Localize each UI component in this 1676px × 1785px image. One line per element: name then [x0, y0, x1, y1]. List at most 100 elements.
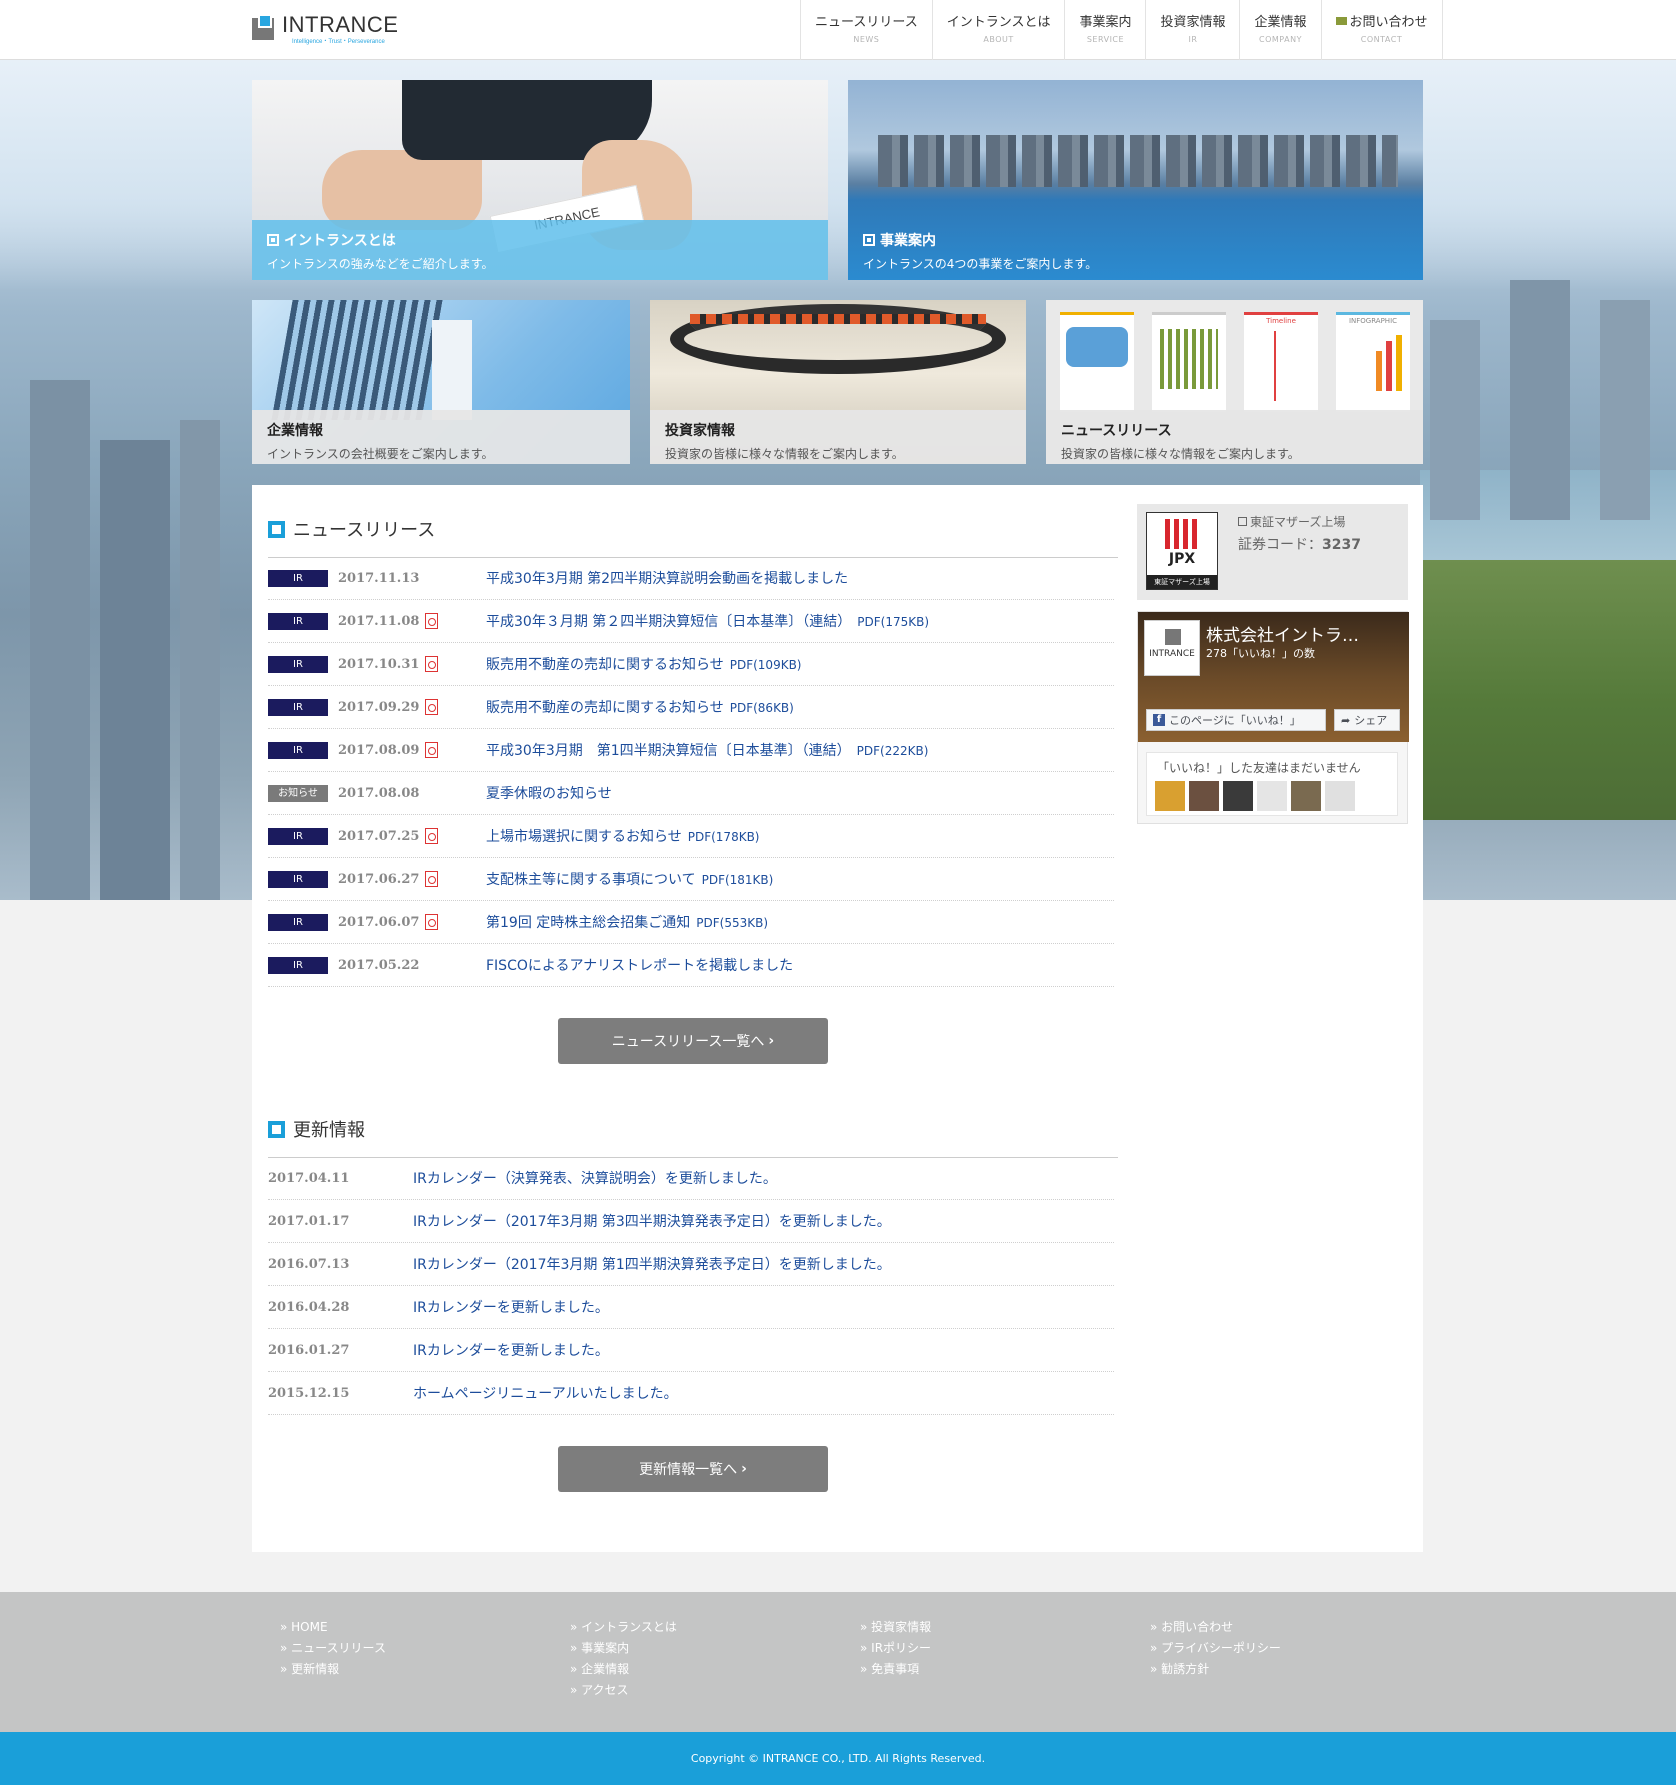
news-title-text: 平成30年３月期 第２四半期決算短信〔日本基準〕（連結）	[486, 614, 852, 630]
building-shape	[180, 420, 220, 900]
news-row: IR 2017.06.27 支配株主等に関する事項について PDF(181KB)	[268, 858, 1114, 901]
chevron-right-icon: »	[860, 1620, 872, 1634]
footer-col1: » HOME» ニュースリリース» 更新情報	[280, 1617, 386, 1680]
update-title-link[interactable]: IRカレンダー（決算発表、決算説明会）を更新しました。	[413, 1168, 777, 1188]
nav-contact[interactable]: お問い合わせ CONTACT	[1322, 0, 1443, 60]
facebook-page-name[interactable]: 株式会社イントラ…	[1206, 621, 1359, 646]
chevron-right-icon: »	[570, 1683, 582, 1697]
square-icon	[863, 234, 875, 246]
tile-news[interactable]: Timeline INFOGRAPHIC ニュースリリース 投資家の皆様に様々な…	[1046, 300, 1423, 464]
update-row: 2016.07.13 IRカレンダー（2017年3月期 第1四半期決算発表予定日）…	[268, 1243, 1114, 1286]
update-title-link[interactable]: IRカレンダー（2017年3月期 第3四半期決算発表予定日）を更新しました。	[413, 1211, 891, 1231]
footer-link[interactable]: » 更新情報	[280, 1659, 386, 1680]
avatar[interactable]	[1291, 781, 1321, 811]
footer-link[interactable]: » 企業情報	[570, 1659, 677, 1680]
nav-contact-label: お問い合わせ	[1335, 15, 1428, 31]
facebook-like-button[interactable]: f このページに「いいね！」	[1146, 709, 1326, 731]
facebook-share-button[interactable]: ➦ シェア	[1334, 709, 1400, 731]
footer-link[interactable]: » 免責事項	[860, 1659, 931, 1680]
news-date: 2017.08.09	[338, 742, 420, 758]
nav-news[interactable]: ニュースリリース NEWS	[801, 0, 933, 60]
facebook-friends-box: 「いいね！」した友達はまだいません	[1146, 752, 1398, 816]
footer-link-text: ニュースリリース	[291, 1641, 386, 1655]
footer-link[interactable]: » ニュースリリース	[280, 1638, 386, 1659]
footer-link[interactable]: » 事業案内	[570, 1638, 677, 1659]
update-row: 2016.01.27 IRカレンダーを更新しました。	[268, 1329, 1114, 1372]
update-date: 2017.01.17	[268, 1213, 350, 1229]
infographic-sheet: Timeline	[1244, 312, 1318, 412]
tile-company[interactable]: 企業情報 イントランスの会社概要をご案内します。	[252, 300, 630, 464]
nav-company-label: 企業情報	[1254, 14, 1307, 30]
avatar[interactable]	[1223, 781, 1253, 811]
footer-link-text: 勧誘方針	[1161, 1662, 1210, 1676]
news-title-link[interactable]: 上場市場選択に関するお知らせ PDF(178KB)	[486, 826, 759, 846]
skyline	[878, 135, 1398, 187]
update-title-link[interactable]: ホームページリニューアルいたしました。	[413, 1383, 678, 1403]
updates-more-button[interactable]: 更新情報一覧へ ›	[558, 1446, 828, 1492]
updates-heading-text: 更新情報	[293, 1120, 365, 1141]
logo-mark-icon	[1165, 629, 1181, 645]
news-title-link[interactable]: 平成30年3月期 第2四半期決算説明会動画を掲載しました	[486, 568, 848, 588]
tile-service[interactable]: 事業案内 イントランスの4つの事業をご案内します。	[848, 80, 1423, 280]
update-date: 2016.07.13	[268, 1256, 350, 1272]
nav-company[interactable]: 企業情報 COMPANY	[1240, 0, 1322, 60]
news-row: IR 2017.11.08 平成30年３月期 第２四半期決算短信〔日本基準〕（連結）…	[268, 600, 1114, 643]
update-title-link[interactable]: IRカレンダーを更新しました。	[413, 1297, 609, 1317]
chevron-right-icon: »	[570, 1641, 582, 1655]
nav-about[interactable]: イントランスとは ABOUT	[933, 0, 1066, 60]
news-title-link[interactable]: 販売用不動産の売却に関するお知らせ PDF(109KB)	[486, 654, 801, 674]
nav-service[interactable]: 事業案内 SERVICE	[1065, 0, 1147, 60]
tile-company-desc: イントランスの会社概要をご案内します。	[267, 447, 494, 461]
news-title-link[interactable]: 販売用不動産の売却に関するお知らせ PDF(86KB)	[486, 697, 794, 717]
news-title-link[interactable]: 平成30年3月期 第1四半期決算短信〔日本基準〕（連結） PDF(222KB)	[486, 740, 928, 760]
square-icon	[268, 1120, 285, 1138]
avatar[interactable]	[1257, 781, 1287, 811]
avatar[interactable]	[1189, 781, 1219, 811]
footer-link[interactable]: » 勧誘方針	[1150, 1659, 1281, 1680]
footer-link[interactable]: » プライバシーポリシー	[1150, 1638, 1281, 1659]
news-title-link[interactable]: 支配株主等に関する事項について PDF(181KB)	[486, 869, 773, 889]
facebook-icon: f	[1153, 714, 1165, 726]
footer-link[interactable]: » イントランスとは	[570, 1617, 677, 1638]
update-title-link[interactable]: IRカレンダー（2017年3月期 第1四半期決算発表予定日）を更新しました。	[413, 1254, 891, 1274]
news-row: IR 2017.07.25 上場市場選択に関するお知らせ PDF(178KB)	[268, 815, 1114, 858]
footer-link[interactable]: » HOME	[280, 1617, 386, 1638]
news-title-link[interactable]: 夏季休暇のお知らせ	[486, 783, 612, 803]
footer-link[interactable]: » アクセス	[570, 1680, 677, 1701]
infographic-sheet	[1152, 312, 1226, 412]
news-title-link[interactable]: 平成30年３月期 第２四半期決算短信〔日本基準〕（連結） PDF(175KB)	[486, 611, 929, 631]
square-icon	[268, 520, 285, 538]
facebook-cover[interactable]: INTRANCE 株式会社イントラ… 278「いいね！」の数 f このページに「い…	[1138, 612, 1409, 742]
chevron-right-icon: »	[280, 1662, 292, 1676]
tile-ir-title: 投資家情報	[665, 423, 735, 439]
chevron-right-icon: ›	[741, 1461, 747, 1477]
update-title-link[interactable]: IRカレンダーを更新しました。	[413, 1340, 609, 1360]
tile-ir[interactable]: 投資家情報 投資家の皆様に様々な情報をご案内します。	[650, 300, 1026, 464]
nav-ir[interactable]: 投資家情報 IR	[1146, 0, 1241, 60]
jpx-logo[interactable]: JPX 東証マザーズ上場	[1146, 512, 1218, 590]
bar-graphic	[1376, 351, 1382, 391]
external-link-icon	[1238, 517, 1247, 526]
news-title-link[interactable]: 第19回 定時株主総会招集ご通知 PDF(553KB)	[486, 912, 768, 932]
tile-ir-desc: 投資家の皆様に様々な情報をご案内します。	[665, 447, 904, 461]
news-row: IR 2017.11.13 平成30年3月期 第2四半期決算説明会動画を掲載しました	[268, 557, 1114, 600]
footer-links-area	[0, 1592, 1676, 1732]
footer-link[interactable]: » 投資家情報	[860, 1617, 931, 1638]
news-row: お知らせ 2017.08.08 夏季休暇のお知らせ	[268, 772, 1114, 815]
update-row: 2017.01.17 IRカレンダー（2017年3月期 第3四半期決算発表予定日）…	[268, 1200, 1114, 1243]
news-date: 2017.06.27	[338, 871, 420, 887]
avatar[interactable]	[1155, 781, 1185, 811]
facebook-friends-text: 「いいね！」した友達はまだいません	[1157, 761, 1361, 775]
tile-about[interactable]: INTRANCE イントランスとは イントランスの強みなどをご紹介します。	[252, 80, 828, 280]
footer-link[interactable]: » お問い合わせ	[1150, 1617, 1281, 1638]
footer-col4: » お問い合わせ» プライバシーポリシー» 勧誘方針	[1150, 1617, 1281, 1680]
jpx-text: JPX	[1168, 551, 1196, 567]
news-more-button[interactable]: ニュースリリース一覧へ ›	[558, 1018, 828, 1064]
news-title-text: 平成30年3月期 第2四半期決算説明会動画を掲載しました	[486, 571, 849, 587]
pdf-icon	[425, 613, 438, 629]
category-tag: IR	[268, 612, 328, 630]
avatar[interactable]	[1325, 781, 1355, 811]
footer-link[interactable]: » IRポリシー	[860, 1638, 931, 1659]
news-section-title: ニュースリリース	[268, 516, 435, 542]
news-title-link[interactable]: FISCOによるアナリストレポートを掲載しました	[486, 955, 793, 975]
